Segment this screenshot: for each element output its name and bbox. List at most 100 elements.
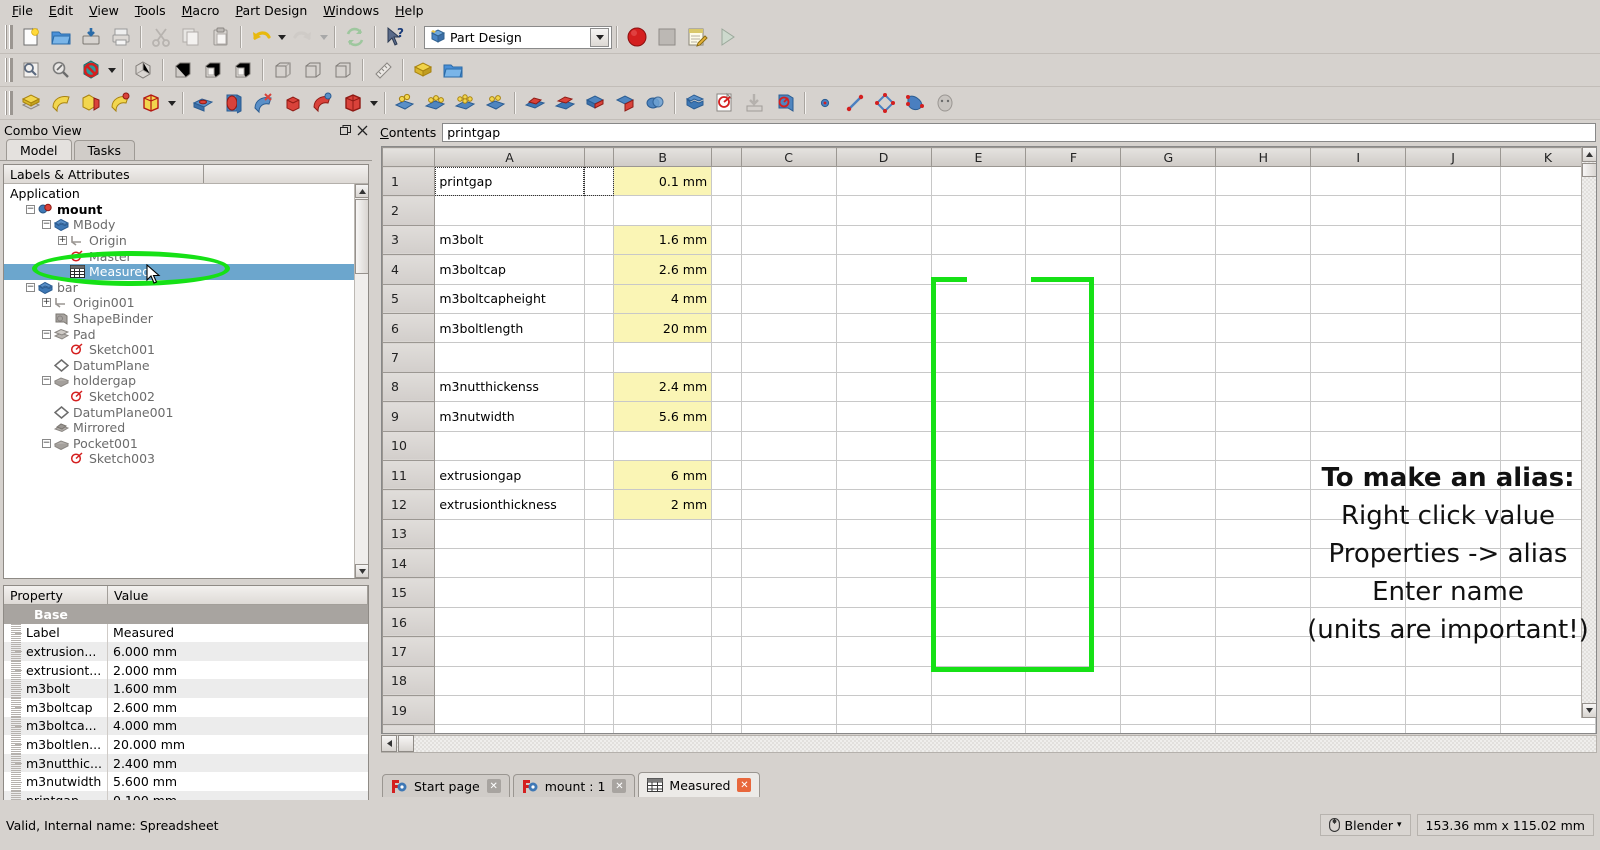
cell-H9[interactable] (1215, 401, 1312, 432)
tree-item-measured[interactable]: Measured (4, 263, 368, 280)
column-header-J[interactable]: J (1405, 147, 1501, 167)
cell-H16[interactable] (1215, 606, 1312, 638)
tree-item-sketch001[interactable]: Sketch001 (4, 342, 368, 358)
cell-I3[interactable] (1310, 224, 1407, 256)
menu-item-windows[interactable]: Windows (315, 1, 387, 20)
draft-icon[interactable] (451, 90, 479, 117)
cell-B14[interactable] (613, 548, 713, 579)
cell-spacer-right-2[interactable] (711, 195, 742, 226)
collapse-icon[interactable]: − (42, 438, 51, 448)
cell-spacer-left-13[interactable] (583, 518, 615, 550)
rear-view-icon[interactable] (269, 57, 297, 84)
cell-E15[interactable] (930, 577, 1027, 608)
float-icon[interactable] (338, 124, 352, 138)
cell-spacer-left-1[interactable] (583, 165, 615, 197)
tree-item-mirrored[interactable]: Mirrored (4, 420, 368, 436)
cell-E7[interactable] (930, 342, 1027, 373)
contents-input[interactable]: printgap (442, 122, 1596, 142)
property-value[interactable]: 2.000 mm (108, 661, 368, 680)
cell-K20[interactable] (1499, 724, 1596, 733)
subtractive-prism-icon[interactable] (339, 90, 367, 117)
cell-spacer-right-7[interactable] (711, 342, 742, 373)
cell-J4[interactable] (1405, 254, 1501, 285)
cell-spacer-left-16[interactable] (583, 606, 615, 638)
cell-A13[interactable] (434, 518, 585, 550)
cell-G3[interactable] (1120, 224, 1217, 256)
undo-icon[interactable] (247, 24, 275, 51)
cell-spacer-right-15[interactable] (711, 577, 742, 608)
cell-G11[interactable] (1120, 459, 1217, 491)
create-line-icon[interactable] (841, 90, 869, 117)
model-tree[interactable]: Labels & Attributes Application − mount − MB… (3, 164, 369, 579)
cell-E11[interactable] (930, 459, 1027, 491)
column-header-F[interactable]: F (1025, 147, 1122, 167)
undo-dropdown-icon[interactable] (276, 24, 288, 50)
cell-F1[interactable] (1025, 165, 1122, 197)
cell-J20[interactable] (1405, 724, 1501, 733)
menu-item-edit[interactable]: Edit (41, 1, 81, 20)
cell-D18[interactable] (835, 665, 932, 697)
cell-F15[interactable] (1025, 577, 1122, 608)
cell-D5[interactable] (835, 283, 932, 314)
cell-E20[interactable] (930, 724, 1027, 733)
tree-item-origin001[interactable]: + Origin001 (4, 295, 368, 311)
cell-D20[interactable] (835, 724, 932, 733)
cell-C16[interactable] (740, 606, 837, 638)
revolution-icon[interactable] (47, 90, 75, 117)
cell-D12[interactable] (835, 489, 932, 520)
cell-E14[interactable] (930, 548, 1027, 579)
cell-H11[interactable] (1215, 459, 1312, 491)
cell-B3[interactable]: 1.6 mm (613, 224, 713, 256)
row-header-4[interactable]: 4 (382, 254, 436, 285)
cell-spacer-right-10[interactable] (711, 430, 742, 461)
cell-C9[interactable] (740, 401, 837, 432)
row-header-12[interactable]: 12 (382, 489, 436, 520)
cell-I4[interactable] (1310, 254, 1407, 285)
column-header-C[interactable]: C (740, 147, 837, 167)
cell-H20[interactable] (1215, 724, 1312, 733)
tree-item-sketch003[interactable]: Sketch003 (4, 451, 368, 467)
mirrored-icon[interactable] (521, 90, 549, 117)
property-row[interactable]: extrusion... 6.000 mm (4, 642, 368, 661)
cell-J18[interactable] (1405, 665, 1501, 697)
cell-C12[interactable] (740, 489, 837, 520)
menu-item-tools[interactable]: Tools (127, 1, 174, 20)
workbench-selector[interactable]: Part Design (424, 25, 612, 49)
column-header-spacer-left[interactable] (583, 147, 615, 167)
cell-G19[interactable] (1120, 695, 1217, 726)
cell-G6[interactable] (1120, 312, 1217, 344)
cell-table[interactable]: A B C D E F G H I J K 1 printgap 0.1 mm 2 3 m3bolt 1.6 mm… (382, 147, 1596, 733)
property-value[interactable]: 6.000 mm (108, 642, 368, 661)
cell-F13[interactable] (1025, 518, 1122, 550)
new-document-icon[interactable] (17, 24, 45, 51)
property-column-value[interactable]: Value (108, 586, 368, 605)
cell-F19[interactable] (1025, 695, 1122, 726)
tree-item-pad[interactable]: − Pad (4, 326, 368, 342)
property-value[interactable]: 20.000 mm (108, 735, 368, 754)
cell-spacer-left-11[interactable] (583, 459, 615, 491)
cell-F6[interactable] (1025, 312, 1122, 344)
tree-item-pocket001[interactable]: − Pocket001 (4, 436, 368, 452)
cell-E9[interactable] (930, 401, 1027, 432)
cell-F9[interactable] (1025, 401, 1122, 432)
create-polyline-icon[interactable] (871, 90, 899, 117)
cell-A7[interactable] (434, 342, 585, 373)
tree-item-shapebinder[interactable]: ShapeBinder (4, 311, 368, 327)
scroll-down-icon[interactable] (355, 564, 368, 578)
scroll-left-icon[interactable] (381, 735, 397, 752)
clone-icon[interactable] (931, 90, 959, 117)
cell-A14[interactable] (434, 548, 585, 579)
cell-C20[interactable] (740, 724, 837, 733)
cell-I1[interactable] (1310, 165, 1407, 197)
cell-D1[interactable] (835, 165, 932, 197)
cell-I19[interactable] (1310, 695, 1407, 726)
tab-tasks[interactable]: Tasks (73, 140, 136, 160)
cell-J6[interactable] (1405, 312, 1501, 344)
collapse-icon[interactable]: − (42, 329, 51, 339)
row-header-9[interactable]: 9 (382, 401, 436, 432)
collapse-icon[interactable]: − (42, 376, 51, 386)
top-view-icon[interactable] (199, 57, 227, 84)
cell-spacer-left-4[interactable] (583, 254, 615, 285)
navigation-style-selector[interactable]: Blender ▾ (1319, 814, 1411, 836)
cell-spacer-right-1[interactable] (711, 165, 742, 197)
